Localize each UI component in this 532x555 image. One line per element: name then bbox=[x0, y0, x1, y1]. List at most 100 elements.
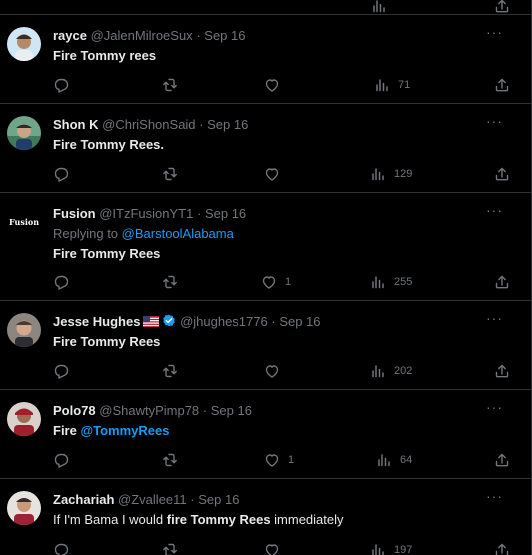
tweet[interactable]: Shon K @ChriShonSaid · Sep 16 ··· Fire T… bbox=[0, 104, 531, 193]
timestamp[interactable]: Sep 16 bbox=[204, 28, 245, 43]
share-button[interactable] bbox=[494, 164, 510, 184]
display-name[interactable]: Polo78 bbox=[53, 403, 96, 418]
retweet-button[interactable] bbox=[162, 272, 178, 292]
avatar[interactable] bbox=[7, 313, 41, 347]
views-button[interactable]: 71 bbox=[374, 75, 410, 95]
mention-link[interactable]: @BarstoolAlabama bbox=[122, 226, 234, 241]
avatar[interactable] bbox=[7, 27, 41, 61]
share-button[interactable] bbox=[494, 75, 510, 95]
tweet-header: Polo78 @ShawtyPimp78 · Sep 16 bbox=[53, 402, 521, 419]
reply-icon bbox=[54, 275, 69, 290]
reply-button[interactable] bbox=[53, 75, 69, 95]
like-button[interactable] bbox=[264, 164, 288, 184]
tweet-content: Fusion @ITzFusionYT1 · Sep 16 ··· Replyi… bbox=[53, 203, 521, 264]
display-name[interactable]: Jesse Hughes bbox=[53, 314, 140, 329]
retweet-button[interactable] bbox=[162, 540, 178, 555]
reply-icon bbox=[54, 543, 69, 555]
view-count: 202 bbox=[394, 365, 413, 377]
avatar[interactable] bbox=[7, 402, 41, 436]
timestamp[interactable]: Sep 16 bbox=[207, 117, 248, 132]
views-button[interactable]: 197 bbox=[370, 540, 412, 555]
reply-button[interactable] bbox=[53, 450, 69, 470]
views-icon bbox=[372, 544, 384, 555]
display-name[interactable]: Shon K bbox=[53, 117, 99, 132]
display-name[interactable]: Zachariah bbox=[53, 492, 114, 507]
views-button[interactable]: 255 bbox=[370, 272, 412, 292]
timestamp[interactable]: Sep 16 bbox=[211, 403, 252, 418]
views-button[interactable]: 64 bbox=[376, 450, 412, 470]
tweet[interactable]: rayce @JalenMilroeSux · Sep 16 ··· Fire … bbox=[0, 15, 531, 104]
tweet[interactable]: Fusion Fusion @ITzFusionYT1 · Sep 16 ···… bbox=[0, 193, 531, 301]
user-handle[interactable]: @JalenMilroeSux bbox=[91, 28, 193, 43]
view-count: 255 bbox=[394, 276, 413, 288]
views-icon bbox=[378, 454, 390, 467]
user-handle[interactable]: @ChriShonSaid bbox=[102, 117, 195, 132]
more-icon[interactable]: ··· bbox=[486, 400, 503, 414]
views-button[interactable]: 202 bbox=[370, 361, 412, 381]
retweet-button[interactable] bbox=[162, 361, 178, 381]
like-button[interactable]: 1 bbox=[261, 272, 291, 292]
reply-button[interactable] bbox=[53, 164, 69, 184]
like-icon bbox=[265, 454, 279, 467]
tweet-actions: 1 64 bbox=[0, 450, 531, 470]
tweet-actions: 129 bbox=[0, 164, 531, 184]
reply-button[interactable] bbox=[53, 272, 69, 292]
mention-link[interactable]: @TommyRees bbox=[80, 423, 169, 438]
retweet-icon bbox=[163, 275, 177, 289]
views-button[interactable]: 129 bbox=[370, 164, 412, 184]
share-icon bbox=[495, 543, 509, 555]
view-count: 71 bbox=[398, 79, 411, 91]
tweet[interactable]: Polo78 @ShawtyPimp78 · Sep 16 ··· Fire @… bbox=[0, 390, 531, 479]
like-icon bbox=[262, 276, 276, 289]
us-flag-icon bbox=[143, 316, 160, 327]
more-icon[interactable]: ··· bbox=[486, 203, 503, 217]
tweet[interactable]: Zachariah @Zvallee11 · Sep 16 ··· If I'm… bbox=[0, 479, 531, 555]
retweet-button[interactable] bbox=[162, 164, 178, 184]
retweet-button[interactable] bbox=[162, 75, 178, 95]
tweet-text-highlight: fire Tommy Rees bbox=[166, 512, 271, 527]
timeline-feed: rayce @JalenMilroeSux · Sep 16 ··· Fire … bbox=[0, 0, 532, 555]
more-icon[interactable]: ··· bbox=[486, 114, 503, 128]
user-handle[interactable]: @jhughes1776 bbox=[180, 314, 268, 329]
more-icon[interactable]: ··· bbox=[486, 311, 503, 325]
user-handle[interactable]: @Zvallee11 bbox=[118, 492, 187, 507]
view-count: 64 bbox=[400, 454, 413, 466]
avatar[interactable]: Fusion bbox=[7, 205, 41, 239]
like-button[interactable] bbox=[264, 361, 288, 381]
verified-icon[interactable] bbox=[162, 314, 176, 328]
tweet-header: rayce @JalenMilroeSux · Sep 16 bbox=[53, 27, 521, 44]
timestamp[interactable]: Sep 16 bbox=[198, 492, 239, 507]
share-button[interactable] bbox=[494, 272, 510, 292]
user-handle[interactable]: @ITzFusionYT1 bbox=[99, 206, 193, 221]
retweet-icon bbox=[163, 167, 177, 181]
more-icon[interactable]: ··· bbox=[486, 489, 503, 503]
reply-icon bbox=[54, 78, 69, 93]
tweet-text: If I'm Bama I would fire Tommy Rees imme… bbox=[53, 510, 521, 530]
retweet-button[interactable] bbox=[162, 450, 178, 470]
timestamp[interactable]: Sep 16 bbox=[279, 314, 320, 329]
like-button[interactable] bbox=[264, 540, 288, 555]
tweet-content: rayce @JalenMilroeSux · Sep 16 ··· Fire … bbox=[53, 25, 521, 66]
tweet[interactable]: Jesse Hughes @jhughes1776 · Sep 16 ··· F… bbox=[0, 301, 531, 390]
like-button[interactable]: 1 bbox=[264, 450, 294, 470]
separator: · bbox=[199, 117, 204, 132]
share-button[interactable] bbox=[494, 450, 510, 470]
timestamp[interactable]: Sep 16 bbox=[205, 206, 246, 221]
display-name[interactable]: rayce bbox=[53, 28, 87, 43]
view-count: 197 bbox=[394, 544, 413, 555]
like-button[interactable] bbox=[264, 75, 288, 95]
avatar[interactable] bbox=[7, 116, 41, 150]
svg-text:Fusion: Fusion bbox=[9, 217, 39, 227]
tweet-actions: 197 bbox=[0, 540, 531, 555]
user-handle[interactable]: @ShawtyPimp78 bbox=[99, 403, 199, 418]
reply-button[interactable] bbox=[53, 361, 69, 381]
display-name[interactable]: Fusion bbox=[53, 206, 96, 221]
tweet-text: Fire Tommy Rees bbox=[53, 246, 161, 261]
reply-button[interactable] bbox=[53, 540, 69, 555]
views-icon bbox=[376, 79, 388, 92]
share-button[interactable] bbox=[494, 361, 510, 381]
more-icon[interactable]: ··· bbox=[486, 25, 503, 39]
tweet-text: Fire Tommy Rees. bbox=[53, 137, 165, 152]
share-button[interactable] bbox=[494, 540, 510, 555]
avatar[interactable] bbox=[7, 491, 41, 525]
